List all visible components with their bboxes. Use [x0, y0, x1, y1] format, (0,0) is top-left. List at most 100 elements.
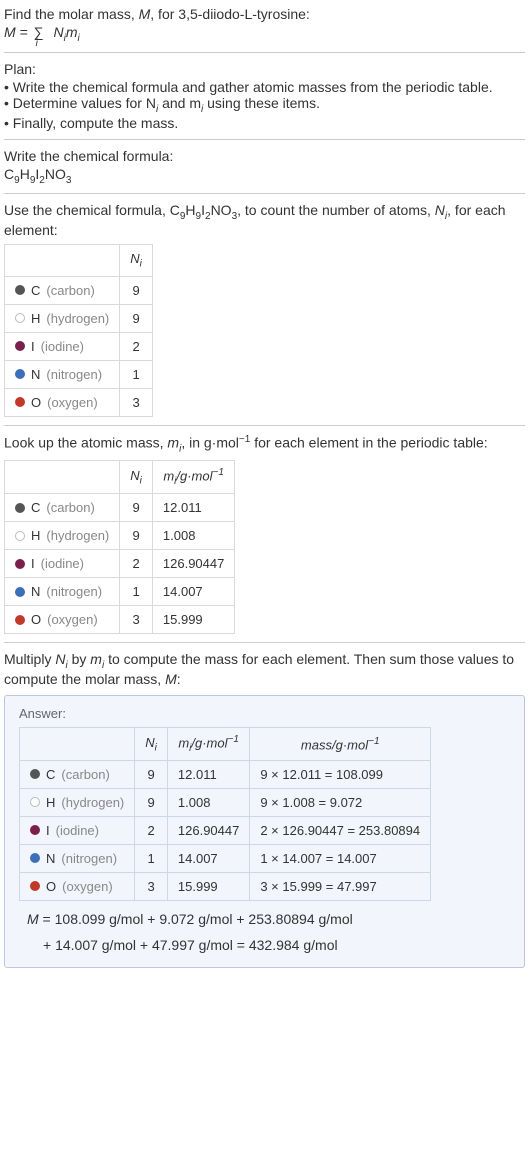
- elem-cell: H(hydrogen): [20, 788, 135, 816]
- hydrogen-dot-icon: [15, 313, 25, 323]
- answer-box: Answer: Ni mi/g·mol−1 mass/g·mol−1 C(car…: [4, 695, 525, 968]
- hdr-Ni: Ni: [120, 461, 153, 494]
- s2-Ni: N: [435, 202, 445, 218]
- s4-M: M: [165, 671, 177, 687]
- cf-h: H: [20, 166, 30, 182]
- hdr-mi: mi/g·mol−1: [167, 727, 249, 760]
- step-count-atoms: Use the chemical formula, C9H9I2NO3, to …: [4, 202, 525, 416]
- n-val: 2: [120, 332, 153, 360]
- s2-f-no: NO: [211, 202, 232, 218]
- m-val: 1.008: [152, 522, 234, 550]
- elem-name: (carbon): [61, 767, 109, 782]
- elem-cell: N(nitrogen): [5, 578, 120, 606]
- hdr-blank: [20, 727, 135, 760]
- table-header-row: Ni mi/g·mol−1: [5, 461, 235, 494]
- oxygen-dot-icon: [15, 615, 25, 625]
- table-row: H(hydrogen)91.0089 × 1.008 = 9.072: [20, 788, 431, 816]
- n-val: 3: [120, 606, 153, 634]
- n-val: 9: [120, 494, 153, 522]
- oxygen-dot-icon: [30, 881, 40, 891]
- h-Ni-t: N: [130, 468, 139, 483]
- molar-mass-formula: M = ∑i Nimi: [4, 24, 525, 44]
- table-row: N(nitrogen)114.007: [5, 578, 235, 606]
- ah-mass-sup: −1: [368, 736, 379, 747]
- s3-mi: m: [167, 434, 179, 450]
- sigma-symbol: ∑i: [32, 24, 46, 40]
- n-val: 2: [120, 550, 153, 578]
- elem-sym: O: [46, 879, 56, 894]
- mass-val: 1 × 14.007 = 14.007: [250, 844, 431, 872]
- plan-title: Plan:: [4, 61, 525, 77]
- divider: [4, 52, 525, 53]
- m-val: 126.90447: [167, 816, 249, 844]
- m-val: 126.90447: [152, 550, 234, 578]
- table-row: H(hydrogen)9: [5, 304, 153, 332]
- ah-Ni-s: i: [155, 742, 157, 753]
- s3-pre: Look up the atomic mass,: [4, 434, 167, 450]
- intro: Find the molar mass, M, for 3,5-diiodo-L…: [4, 6, 525, 44]
- elem-sym: H: [46, 795, 55, 810]
- elem-cell: H(hydrogen): [5, 304, 120, 332]
- table-header-row: Ni mi/g·mol−1 mass/g·mol−1: [20, 727, 431, 760]
- m-val: 14.007: [152, 578, 234, 606]
- elem-name: (nitrogen): [61, 851, 117, 866]
- intro-line: Find the molar mass, M, for 3,5-diiodo-L…: [4, 6, 525, 22]
- hdr-mass: mass/g·mol−1: [250, 727, 431, 760]
- elem-cell: N(nitrogen): [20, 844, 135, 872]
- hdr-Ni-s: i: [140, 259, 142, 270]
- elem-cell: O(oxygen): [20, 872, 135, 900]
- table-row: O(oxygen)315.999: [5, 606, 235, 634]
- m-val: 1.008: [167, 788, 249, 816]
- nitrogen-dot-icon: [15, 369, 25, 379]
- h-mi-sup: −1: [213, 467, 224, 478]
- ah-mi-sup: −1: [228, 734, 239, 745]
- hdr-Ni: Ni: [120, 245, 153, 277]
- ah-Ni-t: N: [145, 735, 154, 750]
- divider: [4, 139, 525, 140]
- elem-name: (iodine): [41, 339, 84, 354]
- table-row: N(nitrogen)1: [5, 360, 153, 388]
- n-val: 2: [135, 816, 168, 844]
- sigma-sub: i: [36, 38, 38, 49]
- table-row: C(carbon)912.0119 × 12.011 = 108.099: [20, 760, 431, 788]
- h-mi-t: m: [163, 469, 174, 484]
- ans-l1: = 108.099 g/mol + 9.072 g/mol + 253.8089…: [39, 911, 353, 927]
- plan-item-2b: and m: [158, 95, 201, 111]
- intro-text-a: Find the molar mass,: [4, 6, 139, 22]
- formula-lhs: M =: [4, 24, 32, 40]
- table-row: C(carbon)912.011: [5, 494, 235, 522]
- formula-m-sub: i: [78, 33, 80, 44]
- n-val: 1: [120, 360, 153, 388]
- table-row: O(oxygen)3: [5, 388, 153, 416]
- elem-cell: C(carbon): [5, 494, 120, 522]
- oxygen-dot-icon: [15, 397, 25, 407]
- s2-f-c: C: [170, 202, 180, 218]
- nitrogen-dot-icon: [30, 853, 40, 863]
- elem-name: (oxygen): [47, 612, 98, 627]
- elem-cell: I(iodine): [5, 332, 120, 360]
- hdr-Ni-t: N: [130, 251, 139, 266]
- mass-val: 9 × 12.011 = 108.099: [250, 760, 431, 788]
- table-row: C(carbon)9: [5, 276, 153, 304]
- step-atomic-mass: Look up the atomic mass, mi, in g·mol−1 …: [4, 434, 525, 634]
- iodine-dot-icon: [15, 341, 25, 351]
- hdr-Ni: Ni: [135, 727, 168, 760]
- m-val: 15.999: [167, 872, 249, 900]
- elem-sym: C: [31, 283, 40, 298]
- s2-post: , to count the number of atoms,: [237, 202, 435, 218]
- cf-c: C: [4, 166, 14, 182]
- divider: [4, 193, 525, 194]
- elem-name: (carbon): [46, 500, 94, 515]
- nitrogen-dot-icon: [15, 587, 25, 597]
- s3-post: for each element in the periodic table:: [250, 434, 487, 450]
- answer-table: Ni mi/g·mol−1 mass/g·mol−1 C(carbon)912.…: [19, 727, 431, 901]
- s4-end: :: [177, 671, 181, 687]
- elem-name: (carbon): [46, 283, 94, 298]
- m-val: 12.011: [152, 494, 234, 522]
- atom-count-table: Ni C(carbon)9 H(hydrogen)9 I(iodine)2 N(…: [4, 244, 153, 417]
- s3-sup: −1: [239, 434, 250, 445]
- carbon-dot-icon: [15, 503, 25, 513]
- formula-m: m: [66, 24, 78, 40]
- iodine-dot-icon: [15, 559, 25, 569]
- table-row: H(hydrogen)91.008: [5, 522, 235, 550]
